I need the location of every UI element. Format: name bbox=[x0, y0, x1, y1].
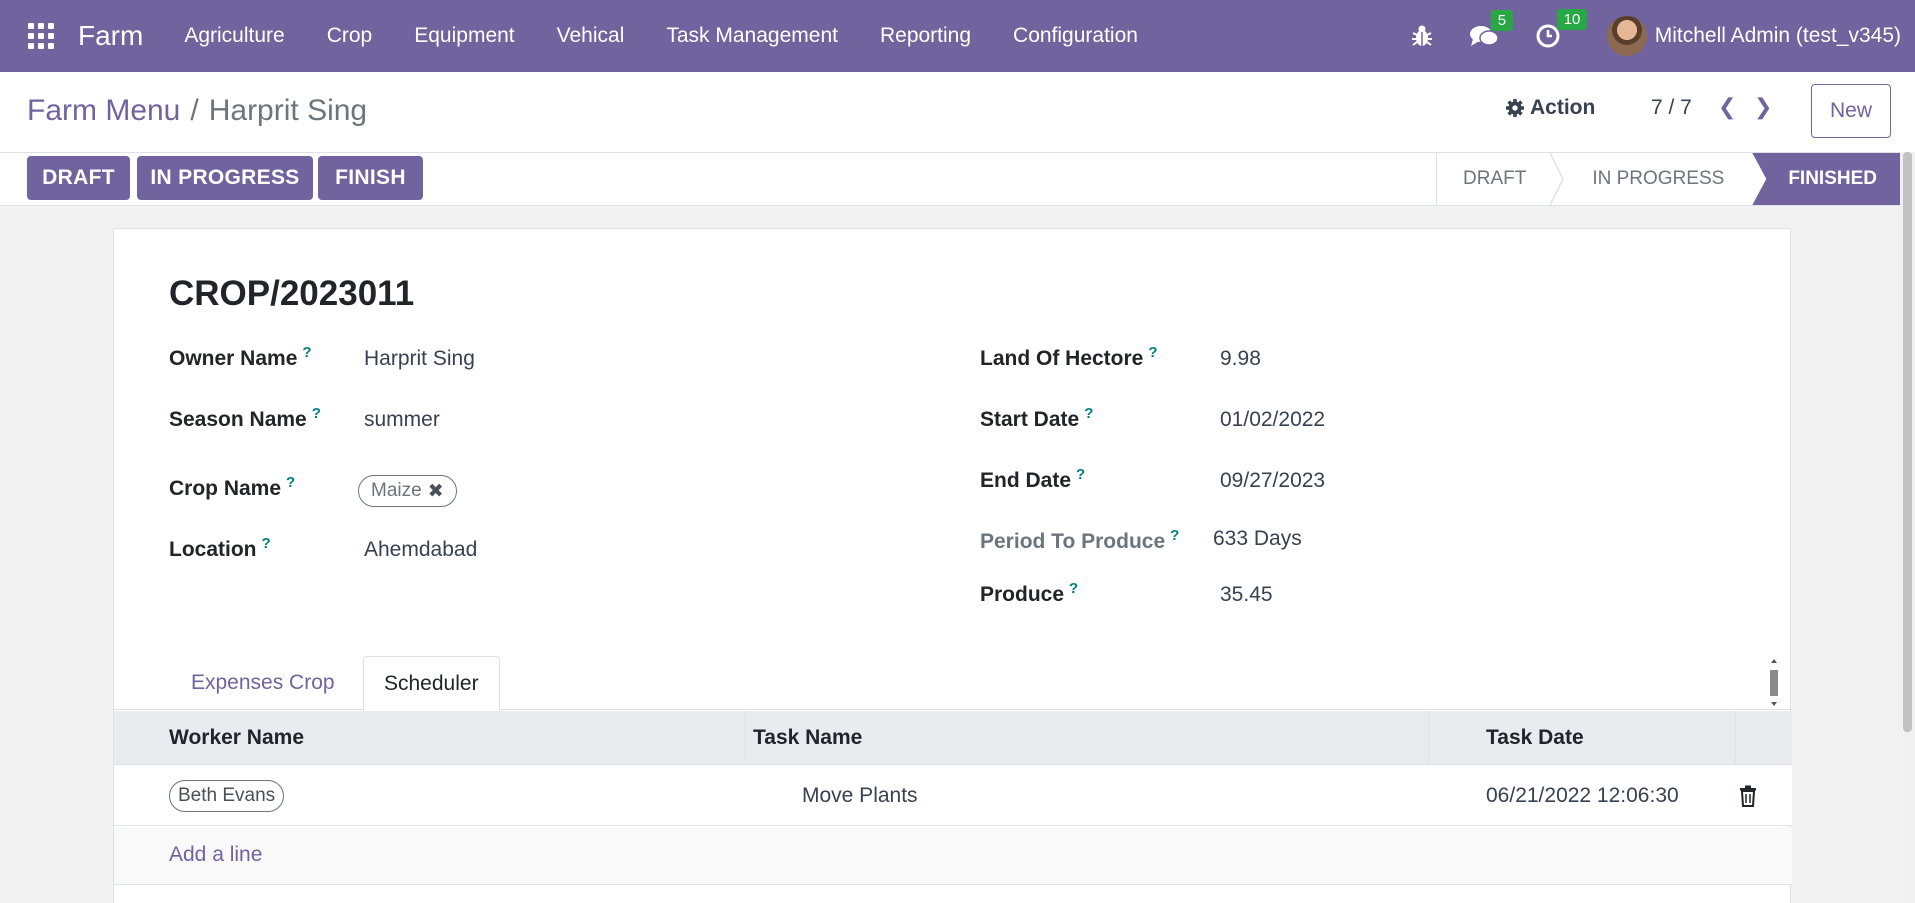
new-button[interactable]: New bbox=[1811, 84, 1891, 138]
help-icon[interactable]: ? bbox=[286, 474, 295, 491]
control-panel: Farm Menu / Harprit Sing Action 7 / 7 ❮ ❯ … bbox=[0, 72, 1915, 152]
task-date-cell[interactable]: 06/21/2022 12:06:30 bbox=[1486, 765, 1679, 826]
help-icon[interactable]: ? bbox=[262, 535, 271, 552]
pager-next-icon[interactable]: ❯ bbox=[1754, 94, 1772, 120]
finish-button[interactable]: FINISH bbox=[318, 156, 423, 200]
crop-tag[interactable]: Maize ✖ bbox=[358, 475, 457, 507]
column-task-name[interactable]: Task Name bbox=[746, 711, 1429, 765]
gear-icon bbox=[1506, 99, 1524, 117]
column-worker-name[interactable]: Worker Name bbox=[162, 711, 746, 765]
tab-expenses-crop[interactable]: Expenses Crop bbox=[171, 656, 355, 710]
help-icon[interactable]: ? bbox=[1069, 580, 1078, 597]
add-line-link[interactable]: Add a line bbox=[169, 843, 262, 867]
stage-finished[interactable]: FINISHED bbox=[1752, 153, 1905, 205]
main-menu: Agriculture Crop Equipment Vehical Task … bbox=[163, 0, 1159, 72]
location-value[interactable]: Ahemdabad bbox=[364, 538, 477, 562]
in-progress-button[interactable]: IN PROGRESS bbox=[137, 156, 313, 200]
debug-bug-icon[interactable] bbox=[1411, 24, 1433, 48]
form-sheet: CROP/2023011 Owner Name? Harprit Sing Se… bbox=[113, 228, 1792, 903]
scheduler-table-header: Worker Name Task Name Task Date bbox=[114, 711, 1792, 765]
draft-button[interactable]: DRAFT bbox=[27, 156, 130, 200]
stage-in-progress-label: IN PROGRESS bbox=[1592, 168, 1725, 189]
help-icon[interactable]: ? bbox=[1076, 466, 1085, 483]
menu-reporting[interactable]: Reporting bbox=[859, 0, 992, 72]
task-name-cell[interactable]: Move Plants bbox=[802, 765, 918, 826]
start-date-label: Start Date? bbox=[980, 405, 1094, 431]
end-date-label: End Date? bbox=[980, 466, 1086, 492]
help-icon[interactable]: ? bbox=[1148, 344, 1157, 361]
table-row[interactable]: Beth Evans Move Plants 06/21/2022 12:06:… bbox=[114, 765, 1792, 826]
crop-tag-label: Maize bbox=[371, 480, 422, 501]
add-line-row: Add a line bbox=[114, 827, 1792, 885]
messages-icon[interactable]: 5 bbox=[1469, 10, 1514, 48]
land-of-hectore-value[interactable]: 9.98 bbox=[1220, 347, 1261, 371]
tab-scheduler[interactable]: Scheduler bbox=[363, 656, 500, 711]
user-name[interactable]: Mitchell Admin (test_v345) bbox=[1655, 24, 1901, 48]
help-icon[interactable]: ? bbox=[312, 405, 321, 422]
top-navbar: Farm Agriculture Crop Equipment Vehical … bbox=[0, 0, 1915, 72]
help-icon[interactable]: ? bbox=[1084, 405, 1093, 422]
stage-draft-label: DRAFT bbox=[1463, 168, 1527, 189]
season-name-value[interactable]: summer bbox=[364, 408, 440, 432]
activities-badge: 10 bbox=[1556, 9, 1588, 30]
column-task-date[interactable]: Task Date bbox=[1479, 711, 1736, 765]
produce-value[interactable]: 35.45 bbox=[1220, 583, 1273, 607]
user-avatar[interactable] bbox=[1606, 16, 1647, 56]
activities-clock-icon[interactable]: 10 bbox=[1535, 9, 1588, 49]
help-icon[interactable]: ? bbox=[1170, 527, 1179, 544]
tabs-scrollbar[interactable] bbox=[1768, 656, 1780, 710]
trash-icon[interactable] bbox=[1739, 765, 1757, 826]
menu-agriculture[interactable]: Agriculture bbox=[163, 0, 305, 72]
land-of-hectore-label: Land Of Hectore? bbox=[980, 344, 1158, 370]
start-date-value[interactable]: 01/02/2022 bbox=[1220, 408, 1325, 432]
status-row: DRAFT IN PROGRESS FINISH DRAFT IN PROGRE… bbox=[0, 152, 1915, 206]
pager-previous-icon[interactable]: ❮ bbox=[1718, 94, 1736, 120]
page-scrollbar[interactable] bbox=[1900, 152, 1915, 903]
menu-task-management[interactable]: Task Management bbox=[645, 0, 859, 72]
pager-value[interactable]: 7 / 7 bbox=[1651, 96, 1692, 120]
menu-equipment[interactable]: Equipment bbox=[393, 0, 535, 72]
owner-name-value[interactable]: Harprit Sing bbox=[364, 347, 475, 371]
apps-menu-icon[interactable] bbox=[28, 23, 54, 49]
menu-vehical[interactable]: Vehical bbox=[536, 0, 646, 72]
period-to-produce-label: Period To Produce? bbox=[980, 527, 1180, 553]
crop-name-label: Crop Name? bbox=[169, 474, 296, 500]
worker-cell[interactable]: Beth Evans bbox=[169, 765, 285, 826]
remove-tag-icon[interactable]: ✖ bbox=[428, 480, 444, 503]
season-name-label: Season Name? bbox=[169, 405, 321, 431]
help-icon[interactable]: ? bbox=[302, 344, 311, 361]
action-label: Action bbox=[1530, 96, 1596, 119]
messages-badge: 5 bbox=[1490, 10, 1514, 31]
menu-crop[interactable]: Crop bbox=[306, 0, 394, 72]
stage-finished-label: FINISHED bbox=[1788, 168, 1877, 189]
owner-name-label: Owner Name? bbox=[169, 344, 312, 370]
breadcrumb: Farm Menu / Harprit Sing bbox=[27, 94, 367, 128]
breadcrumb-parent[interactable]: Farm Menu bbox=[27, 94, 180, 127]
stage-draft[interactable]: DRAFT bbox=[1437, 153, 1565, 205]
scrollbar-thumb[interactable] bbox=[1903, 152, 1912, 732]
location-label: Location? bbox=[169, 535, 271, 561]
record-title: CROP/2023011 bbox=[169, 274, 415, 313]
breadcrumb-separator: / bbox=[190, 94, 199, 127]
notebook-tabs: Expenses Crop Scheduler bbox=[114, 656, 1792, 711]
navbar-systray: 5 10 Mitchell Admin (test_v345) bbox=[1393, 0, 1915, 72]
produce-label: Produce? bbox=[980, 580, 1079, 606]
breadcrumb-current: Harprit Sing bbox=[208, 94, 368, 127]
app-brand[interactable]: Farm bbox=[78, 20, 143, 52]
period-to-produce-value: 633 Days bbox=[1213, 527, 1302, 550]
action-button[interactable]: Action bbox=[1505, 96, 1595, 120]
end-date-value[interactable]: 09/27/2023 bbox=[1220, 469, 1325, 493]
stage-in-progress[interactable]: IN PROGRESS bbox=[1556, 153, 1752, 205]
menu-configuration[interactable]: Configuration bbox=[992, 0, 1159, 72]
worker-tag: Beth Evans bbox=[169, 779, 285, 812]
stage-statusbar: DRAFT IN PROGRESS FINISHED bbox=[1436, 153, 1905, 205]
